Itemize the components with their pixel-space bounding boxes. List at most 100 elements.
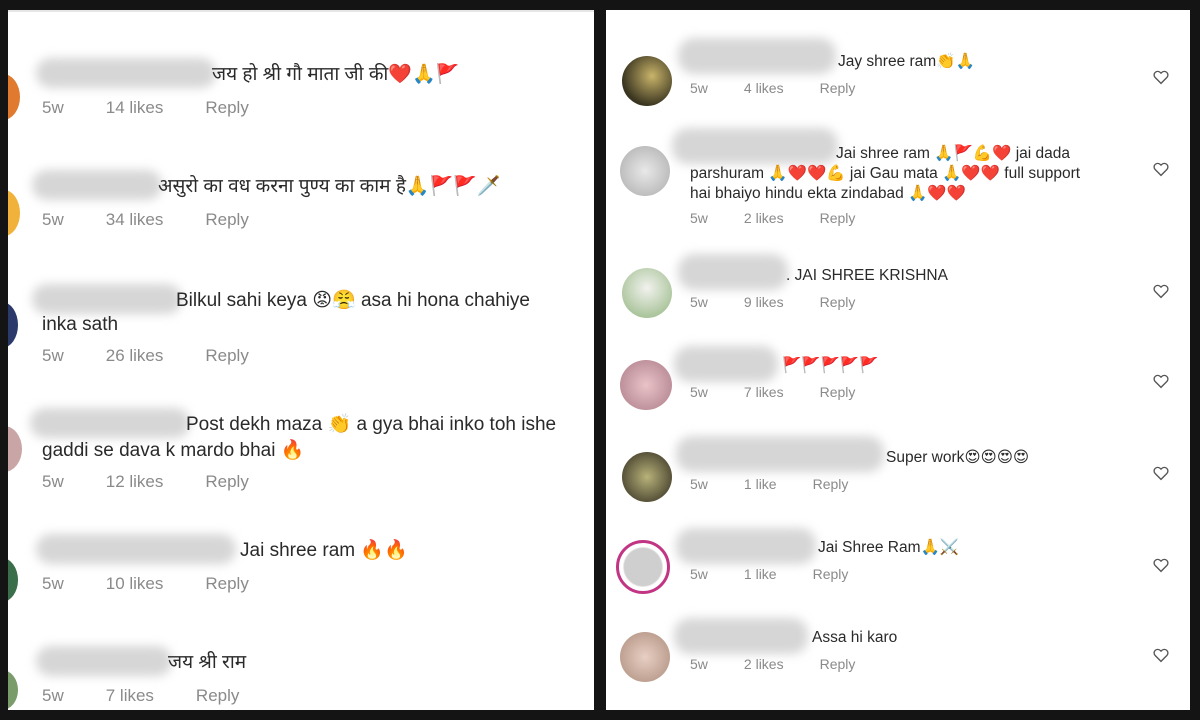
comment-text: जय श्री राम: [168, 652, 247, 673]
comment-text: . JAI SHREE KRISHNA: [786, 267, 948, 284]
likes-count[interactable]: 4 likes: [744, 80, 784, 96]
comment-text-line2: inka sath: [42, 314, 119, 335]
username-blurred[interactable]: [36, 534, 236, 564]
likes-count[interactable]: 7 likes: [106, 686, 154, 705]
reply-link[interactable]: Reply: [205, 210, 248, 229]
heart-outline-icon[interactable]: [1152, 372, 1170, 390]
reply-link[interactable]: Reply: [820, 294, 856, 310]
reply-link[interactable]: Reply: [205, 472, 248, 491]
avatar[interactable]: [622, 56, 672, 106]
username-blurred[interactable]: [676, 528, 816, 564]
reply-link[interactable]: Reply: [205, 346, 248, 365]
username-blurred[interactable]: [36, 646, 172, 676]
avatar[interactable]: [622, 268, 672, 318]
comment-text: Jai shree ram 🔥🔥: [240, 540, 408, 561]
likes-count[interactable]: 26 likes: [106, 346, 164, 365]
avatar[interactable]: [620, 632, 670, 682]
right-comments-panel: Jay shree ram👏🙏 5w 4 likes Reply Jai shree…: [606, 10, 1190, 710]
avatar[interactable]: [620, 360, 672, 410]
comment-meta: 5w 7 likes Reply: [42, 686, 281, 706]
username-blurred[interactable]: [32, 284, 182, 314]
reply-link[interactable]: Reply: [820, 656, 856, 672]
comment-age: 5w: [42, 98, 64, 117]
comment-age: 5w: [690, 566, 708, 582]
heart-outline-icon[interactable]: [1152, 160, 1170, 178]
username-blurred[interactable]: [678, 254, 788, 290]
likes-count[interactable]: 14 likes: [106, 98, 164, 117]
heart-outline-icon[interactable]: [1152, 68, 1170, 86]
comment-meta: 5w 4 likes Reply: [690, 80, 891, 96]
comment-meta: 5w 9 likes Reply: [690, 294, 891, 310]
comment-text-line2: gaddi se dava k mardo bhai 🔥: [42, 440, 305, 461]
likes-count[interactable]: 12 likes: [106, 472, 164, 491]
comment-age: 5w: [42, 574, 64, 593]
likes-count[interactable]: 7 likes: [744, 384, 784, 400]
comment-age: 5w: [690, 210, 708, 226]
comment-age: 5w: [42, 210, 64, 229]
comment-meta: 5w 10 likes Reply: [42, 574, 291, 594]
reply-link[interactable]: Reply: [820, 384, 856, 400]
reply-link[interactable]: Reply: [820, 80, 856, 96]
likes-count[interactable]: 9 likes: [744, 294, 784, 310]
heart-outline-icon[interactable]: [1152, 464, 1170, 482]
comment-text-line2: parshuram 🙏❤️❤️💪 jai Gau mata 🙏❤️❤️ full…: [690, 165, 1081, 182]
likes-count[interactable]: 1 like: [744, 566, 777, 582]
avatar[interactable]: [8, 190, 20, 236]
comment-meta: 5w 12 likes Reply: [42, 472, 291, 492]
comment-age: 5w: [690, 384, 708, 400]
username-blurred[interactable]: [36, 58, 216, 88]
username-blurred[interactable]: [32, 170, 162, 200]
reply-link[interactable]: Reply: [196, 686, 239, 705]
username-blurred[interactable]: [674, 346, 778, 382]
comment-text: असुरो का वध करना पुण्य का काम है🙏🚩🚩🗡️: [158, 176, 501, 197]
avatar[interactable]: [8, 558, 18, 602]
reply-link[interactable]: Reply: [813, 476, 849, 492]
reply-link[interactable]: Reply: [205, 574, 248, 593]
comment-text: Assa hi karo: [812, 629, 898, 646]
comment-age: 5w: [690, 656, 708, 672]
avatar-story-ring[interactable]: [616, 540, 670, 594]
avatar[interactable]: [8, 74, 20, 120]
reply-link[interactable]: Reply: [813, 566, 849, 582]
likes-count[interactable]: 10 likes: [106, 574, 164, 593]
comment-text-line3: hai bhaiyo hindu ekta zindabad 🙏❤️❤️: [690, 185, 966, 202]
comment-meta: 5w 7 likes Reply: [690, 384, 891, 400]
username-blurred[interactable]: [672, 128, 838, 164]
comment-text: 🚩🚩🚩🚩🚩: [782, 357, 879, 374]
comment-text: Post dekh maza 👏 a gya bhai inko toh ish…: [186, 414, 557, 435]
avatar[interactable]: [620, 146, 670, 196]
comment-text: Jay shree ram👏🙏: [838, 53, 975, 70]
comment-text: जय हो श्री गौ माता जी की❤️🙏🚩: [212, 64, 460, 85]
likes-count[interactable]: 1 like: [744, 476, 777, 492]
likes-count[interactable]: 2 likes: [744, 656, 784, 672]
comment-meta: 5w 26 likes Reply: [42, 346, 291, 366]
reply-link[interactable]: Reply: [820, 210, 856, 226]
comment-text: Bilkul sahi keya 😡😤 asa hi hona chahiye: [176, 290, 530, 311]
comment-age: 5w: [690, 80, 708, 96]
heart-outline-icon[interactable]: [1152, 282, 1170, 300]
likes-count[interactable]: 2 likes: [744, 210, 784, 226]
avatar[interactable]: [8, 302, 18, 348]
heart-outline-icon[interactable]: [1152, 556, 1170, 574]
comment-age: 5w: [42, 472, 64, 491]
comment-meta: 5w 14 likes Reply: [42, 98, 291, 118]
reply-link[interactable]: Reply: [205, 98, 248, 117]
divider: [8, 10, 594, 12]
comment-meta: 5w 2 likes Reply: [690, 210, 891, 226]
comment-age: 5w: [42, 686, 64, 705]
username-blurred[interactable]: [30, 408, 190, 438]
comment-age: 5w: [690, 476, 708, 492]
comment-text: Jai Shree Ram🙏⚔️: [818, 539, 960, 556]
comment-meta: 5w 1 like Reply: [690, 566, 884, 582]
avatar[interactable]: [8, 670, 18, 710]
comment-text: Jai shree ram 🙏🚩💪❤️ jai dada: [836, 145, 1070, 162]
heart-outline-icon[interactable]: [1152, 646, 1170, 664]
likes-count[interactable]: 34 likes: [106, 210, 164, 229]
avatar[interactable]: [622, 452, 672, 502]
comment-meta: 5w 1 like Reply: [690, 476, 884, 492]
username-blurred[interactable]: [678, 38, 836, 74]
comment-meta: 5w 34 likes Reply: [42, 210, 291, 230]
avatar[interactable]: [8, 426, 22, 472]
username-blurred[interactable]: [674, 618, 808, 654]
username-blurred[interactable]: [676, 436, 884, 472]
